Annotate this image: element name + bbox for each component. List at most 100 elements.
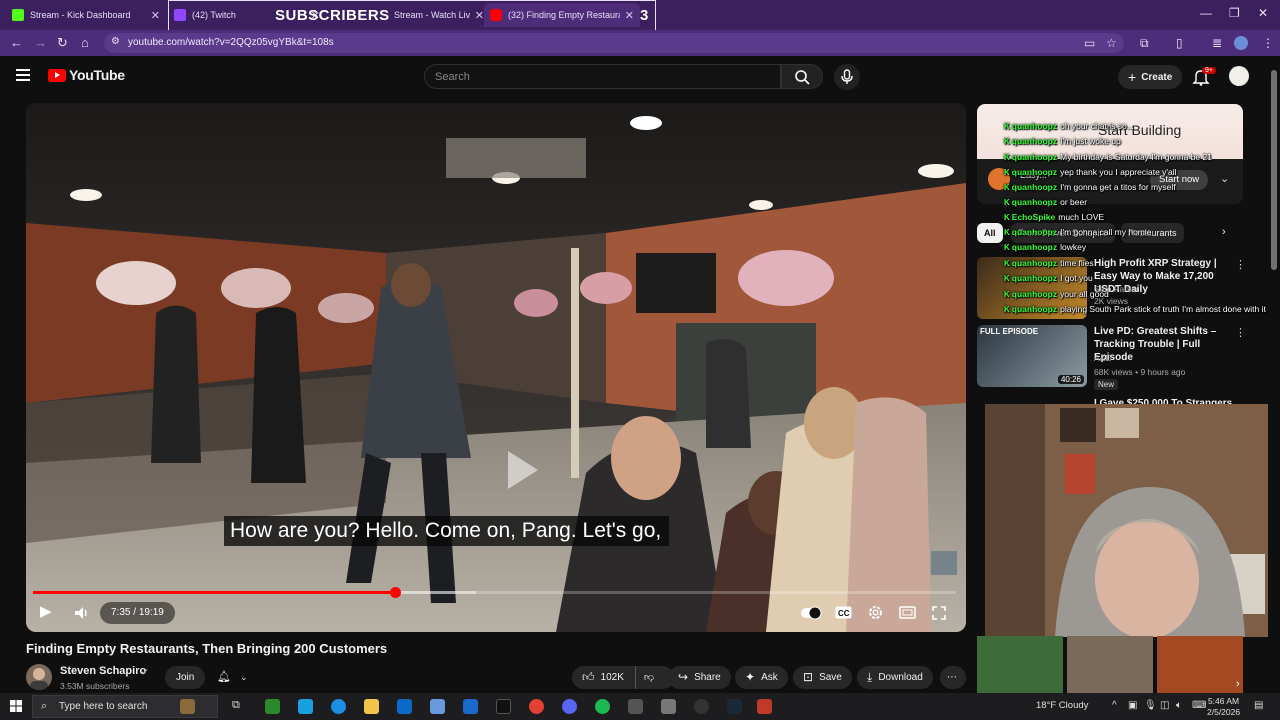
clock-time: 5:46 AM [1207,696,1240,706]
back-icon[interactable]: ← [10,35,23,50]
search-highlight-icon[interactable] [180,699,195,714]
windows-start-icon[interactable] [10,700,22,712]
voice-search-button[interactable] [834,64,860,90]
weather-widget[interactable]: 18°F Cloudy [1036,700,1088,711]
extensions-icon[interactable]: ⧉ [1140,36,1149,51]
settings-gear-icon[interactable] [867,604,884,621]
share-button[interactable]: ↪ Share [668,666,731,689]
rec-channel[interactable]: A&E [1094,353,1111,363]
reading-list-icon[interactable]: ≣ [1212,36,1222,50]
close-icon[interactable]: ✕ [151,9,160,22]
like-count[interactable]: 102K [601,666,624,689]
browser-menu-icon[interactable]: ⋮ [1262,36,1274,50]
chat-message: Kquanhoopz I'm gonna get a titos for myse… [1004,182,1176,192]
site-info-icon[interactable]: ⚙ [111,36,120,47]
play-icon[interactable]: ▶ [40,602,52,620]
spotify-icon[interactable] [595,699,610,714]
app-red-icon[interactable] [757,699,772,714]
tray-expand-icon[interactable]: ^ [1112,700,1117,711]
subscribers-overlay-frame [168,0,656,31]
steam-icon[interactable] [727,699,742,714]
chat-text: I'm just woke up [1060,136,1121,146]
progress-scrubber-handle[interactable] [389,587,401,598]
account-avatar[interactable] [1229,66,1249,86]
volume-icon[interactable]: 🔈︎ [1176,700,1182,711]
download-button[interactable]: ⤓ Download [857,666,933,689]
webcam-overlay [985,404,1280,637]
network-icon[interactable]: ▣ [1128,700,1137,711]
network-icon[interactable]: ◫ [1160,700,1169,711]
more-vertical-icon[interactable]: ⋮ [1235,258,1246,271]
download-icon: ⤓ [867,670,873,684]
video-player[interactable] [26,103,966,632]
volume-icon[interactable] [73,605,89,621]
channel-name[interactable]: Steven Schapiro [60,665,146,677]
sidebar-icon[interactable]: ▯ [1176,36,1183,50]
language-icon[interactable]: ⌨ [1192,700,1206,711]
photos-icon[interactable] [661,699,676,714]
fullscreen-icon[interactable] [931,605,947,621]
discord-icon[interactable] [562,699,577,714]
nvidia-icon[interactable] [265,699,280,714]
create-button[interactable]: + Create [1118,65,1183,89]
forward-icon[interactable]: → [34,35,47,50]
channel-avatar[interactable] [26,664,52,690]
join-button[interactable]: Join [165,666,206,689]
webcam-feed [985,404,1280,637]
chevron-right-icon[interactable]: › [1222,226,1226,238]
center-play-icon[interactable] [508,451,538,489]
home-icon[interactable]: ⌂ [81,35,89,50]
copilot-icon[interactable] [298,699,313,714]
bookmark-star-icon[interactable]: ☆ [1106,36,1117,50]
chat-message: Kquanhoopz lowkey [1004,242,1086,252]
search-input[interactable] [425,65,780,88]
cast-icon[interactable]: ▭ [1084,36,1095,50]
chat-message: Kquanhoopz time flies [1004,258,1094,268]
more-vertical-icon[interactable]: ⋮ [1235,326,1246,339]
chat-text: time flies [1060,258,1094,268]
edge-icon[interactable] [331,699,346,714]
outlook-icon[interactable] [463,699,478,714]
thumbs-down-icon[interactable]: 👎︎ [634,666,654,689]
chevron-down-icon[interactable]: ⌄ [1220,172,1229,185]
obs-icon[interactable] [694,699,709,714]
closed-captions-icon[interactable]: CC [835,606,852,619]
youtube-logo[interactable]: YouTube [48,67,125,83]
rec-title[interactable]: Live PD: Greatest Shifts – Tracking Trou… [1094,325,1236,364]
mic-icon[interactable]: 🎙︎ [1144,700,1157,711]
address-bar[interactable]: ⚙ youtube.com/watch?v=2QQz05vgYBk&t=108s [104,33,1124,53]
ask-button[interactable]: ✦ Ask [735,666,788,689]
task-view-icon[interactable]: ⧉ [232,699,247,714]
rec-thumbnail[interactable]: FULL EPISODE 40:26 [977,325,1087,387]
plus-icon: + [1128,69,1137,85]
hamburger-menu-icon[interactable] [16,69,30,81]
time-display: 7:35 / 19:19 [100,602,175,624]
notification-center-icon[interactable]: ▤ [1254,700,1263,711]
reload-icon[interactable]: ↻ [57,35,68,51]
minimize-icon[interactable]: — [1200,6,1212,20]
thumbs-up-icon[interactable]: 👍︎ [582,666,595,689]
progress-bar[interactable] [33,587,956,598]
tiktok-icon[interactable] [496,699,511,714]
store-icon[interactable] [397,699,412,714]
settings-icon[interactable] [628,699,643,714]
close-window-icon[interactable]: ✕ [1258,6,1268,20]
save-button[interactable]: ⊡ Save [793,666,852,689]
theater-mode-icon[interactable] [899,606,916,619]
scrollbar-thumb[interactable] [1271,70,1277,270]
system-clock[interactable]: 5:46 AM 2/5/2026 [1207,696,1240,718]
chat-text: oh your chat is so... [1060,121,1134,131]
subscribed-bell-button[interactable]: 🔔︎ ⌄ [211,666,255,689]
chevron-right-icon[interactable]: › [1236,678,1240,690]
app-icon[interactable] [430,699,445,714]
chrome-icon[interactable] [529,699,544,714]
reel-thumbnails[interactable] [977,636,1243,693]
more-actions-button[interactable]: ⋯ [940,666,966,689]
restore-icon[interactable]: ❐ [1229,6,1240,20]
chip-all[interactable]: All [977,223,1003,243]
search-button[interactable] [781,64,823,89]
file-explorer-icon[interactable] [364,699,379,714]
tab-kick-dashboard[interactable]: Stream - Kick Dashboard ✕ [6,3,166,27]
profile-icon[interactable] [1234,36,1248,50]
autoplay-toggle-icon[interactable] [800,606,822,620]
